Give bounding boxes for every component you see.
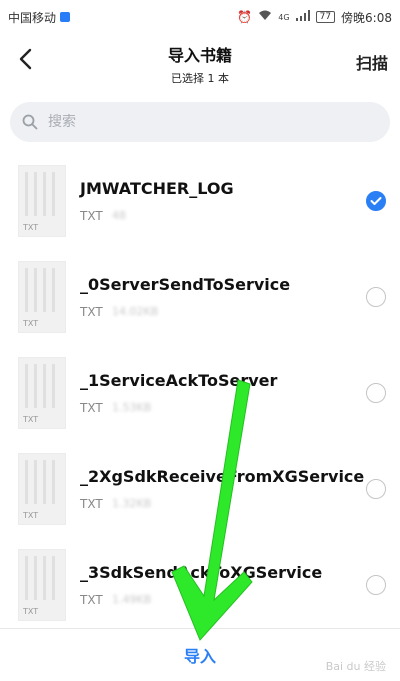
file-name: _1ServiceAckToServer [80,371,278,390]
select-radio[interactable] [366,575,386,595]
search-bar[interactable] [10,102,390,142]
file-list-item[interactable]: TXT _3SdkSendAckToXGService TXT 1.49KB [0,539,400,635]
status-right: ⏰ 4G 77 傍晚6:08 [237,9,392,26]
status-bar: 中国移动 ⏰ 4G 77 傍晚6:08 [0,0,400,34]
select-radio[interactable] [366,287,386,307]
file-type: TXT [80,305,103,319]
signal-icon [295,10,310,24]
thumbnail-lines [25,556,59,600]
import-button[interactable]: 导入 [160,635,240,675]
title-block: 导入书籍 已选择 1 本 [0,42,400,86]
status-time: 傍晚6:08 [341,10,392,25]
file-type: TXT [80,593,103,607]
file-size: 48 [112,209,126,222]
wifi-icon [258,10,272,24]
file-size: 14.02KB [112,305,159,318]
thumbnail-lines [25,364,59,408]
search-input[interactable] [46,113,350,131]
watermark: Bai du 经验 [325,660,386,673]
search-icon [22,114,38,130]
file-thumbnail: TXT [18,357,66,429]
header: 导入书籍 已选择 1 本 扫描 [0,34,400,90]
file-size: 1.53KB [112,401,152,414]
select-radio-checked[interactable] [366,191,386,211]
thumbnail-label: TXT [23,511,39,520]
network-type-label: 4G [278,12,290,22]
file-name: _2XgSdkReceiveFromXGService [80,467,365,486]
file-name: _3SdkSendAckToXGService [80,563,323,582]
file-list-item[interactable]: TXT _1ServiceAckToServer TXT 1.53KB [0,347,400,443]
carrier-label: 中国移动 [8,10,57,25]
thumbnail-lines [25,460,59,504]
carrier-badge-icon [60,12,71,22]
file-thumbnail: TXT [18,549,66,621]
file-thumbnail: TXT [18,165,66,237]
checkmark-icon [370,197,382,205]
page-title: 导入书籍 [167,46,232,65]
scan-button[interactable]: 扫描 [356,50,388,74]
select-radio[interactable] [366,479,386,499]
thumbnail-label: TXT [23,607,39,616]
file-thumbnail: TXT [18,261,66,333]
file-size: 1.49KB [112,593,152,606]
file-list-item[interactable]: TXT _2XgSdkReceiveFromXGService TXT 1.32… [0,443,400,539]
file-list-item[interactable]: TXT _0ServerSendToService TXT 14.02KB [0,251,400,347]
file-name: _0ServerSendToService [80,275,291,294]
file-list: TXT JMWATCHER_LOG TXT 48 TXT _0ServerSen… [0,155,400,635]
file-type: TXT [80,209,103,223]
file-type: TXT [80,401,103,415]
select-radio[interactable] [366,383,386,403]
thumbnail-label: TXT [23,223,39,232]
selection-count: 已选择 1 本 [171,72,229,85]
battery-icon: 77 [315,11,336,23]
file-size: 1.32KB [112,497,152,510]
file-name: JMWATCHER_LOG [80,179,234,198]
status-left: 中国移动 [8,9,71,26]
file-type: TXT [80,497,103,511]
alarm-icon: ⏰ [237,10,253,24]
file-thumbnail: TXT [18,453,66,525]
thumbnail-lines [25,268,59,312]
thumbnail-lines [25,172,59,216]
thumbnail-label: TXT [23,319,39,328]
file-list-item[interactable]: TXT JMWATCHER_LOG TXT 48 [0,155,400,251]
thumbnail-label: TXT [23,415,39,424]
